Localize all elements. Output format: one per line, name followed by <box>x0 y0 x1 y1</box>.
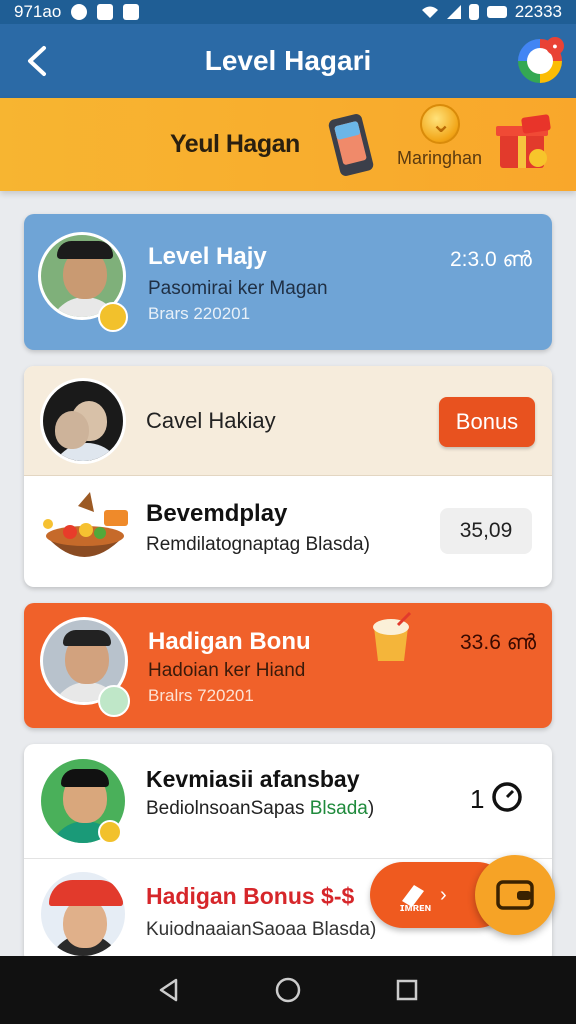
card-subtitle: Hadoian ker Hiand <box>148 660 306 681</box>
card-subtitle: KuiodnaaianSaoaa Blasda) <box>146 919 377 940</box>
jar-badge-icon <box>98 685 130 717</box>
square-recents-icon <box>396 979 417 1001</box>
timer-icon <box>492 782 522 812</box>
status-time-right: 22333 <box>514 2 562 21</box>
list-item[interactable]: Kevmiasii afansbay BediolnsoanSapas Blsa… <box>24 744 552 858</box>
logo-badge: ● <box>546 37 564 55</box>
card-meta: Brars 220201 <box>148 304 251 323</box>
alarm-icon <box>71 4 88 20</box>
game-controller-icon <box>123 4 140 20</box>
avatar <box>38 869 128 959</box>
notification-icon <box>97 4 114 20</box>
card-title: Bevemdplay <box>146 500 288 527</box>
wifi-icon <box>421 6 438 18</box>
phone-icon <box>328 114 374 176</box>
app-bar: Level Hagari ● <box>0 24 576 98</box>
card-title: Kevmiasii afansbay <box>146 766 360 792</box>
bonus-card: Cavel Hakiay Bonus Bevemdplay Remdilatog… <box>24 366 552 587</box>
status-bar: 971ao 22333 <box>0 0 576 24</box>
nav-recents-button[interactable] <box>387 970 427 1010</box>
food-bowl-icon <box>43 492 128 557</box>
rewards-action-label: ɪᴍʀᴇɴ <box>400 902 432 914</box>
list-card: Kevmiasii afansbay BediolnsoanSapas Blsa… <box>24 744 552 964</box>
system-nav-bar <box>0 956 576 1024</box>
card-subtitle: Pasomirai ker Magan <box>148 278 328 299</box>
status-time-left: 971ao <box>14 2 62 21</box>
signal-icon <box>446 5 461 19</box>
coin-icon <box>420 104 460 144</box>
triangle-back-icon <box>160 978 178 1002</box>
card-subtitle: Remdilatognaptag Blasda) <box>146 534 370 555</box>
banner-subtitle: Maringhan <box>397 148 483 168</box>
card-meta: Bralrs 720201 <box>148 686 254 705</box>
card-value: 2:3.0 ൺ <box>450 248 532 271</box>
hadigan-card[interactable]: Hadigan Bonu Hadoian ker Hiand Bralrs 72… <box>24 603 552 728</box>
page-title: Level Hagari <box>204 45 372 76</box>
banner-title: Yeul Hagan <box>170 130 300 158</box>
battery-icon <box>486 6 507 18</box>
nav-home-button[interactable] <box>268 970 308 1010</box>
chevron-left-icon <box>28 46 46 76</box>
wallet-button[interactable] <box>475 855 555 935</box>
promo-banner[interactable]: Yeul Hagan Maringhan <box>0 98 576 191</box>
card-value: 1 <box>470 784 485 814</box>
value-pill: 35,09 <box>440 508 532 554</box>
avatar <box>40 378 126 464</box>
emoji-badge-icon <box>98 820 122 844</box>
back-button[interactable] <box>20 42 56 80</box>
app-logo-button[interactable]: ● <box>518 37 564 83</box>
battery-saver-icon <box>468 4 479 20</box>
card-title: Level Hajy <box>148 243 267 270</box>
card-title: Hadigan Bonus $-$ <box>146 883 355 909</box>
bonus-card-header[interactable]: Cavel Hakiay Bonus <box>24 366 552 476</box>
gift-box-icon <box>496 114 551 168</box>
circle-home-icon <box>275 977 301 1003</box>
card-subtitle: BediolnsoanSapas Blsada) <box>146 798 375 819</box>
bonus-button[interactable]: Bonus <box>439 397 535 447</box>
drink-cup-icon <box>373 611 412 661</box>
level-card[interactable]: Level Hajy Pasomirai ker Magan Brars 220… <box>24 214 552 350</box>
card-value: 33.6 ൺ <box>460 631 537 654</box>
coin-badge-icon <box>98 302 128 332</box>
nav-back-button[interactable] <box>149 970 189 1010</box>
wallet-icon <box>496 880 534 910</box>
card-title: Hadigan Bonu <box>148 628 311 655</box>
chevron-right-icon: › <box>440 883 447 906</box>
card-header-title: Cavel Hakiay <box>146 408 276 433</box>
